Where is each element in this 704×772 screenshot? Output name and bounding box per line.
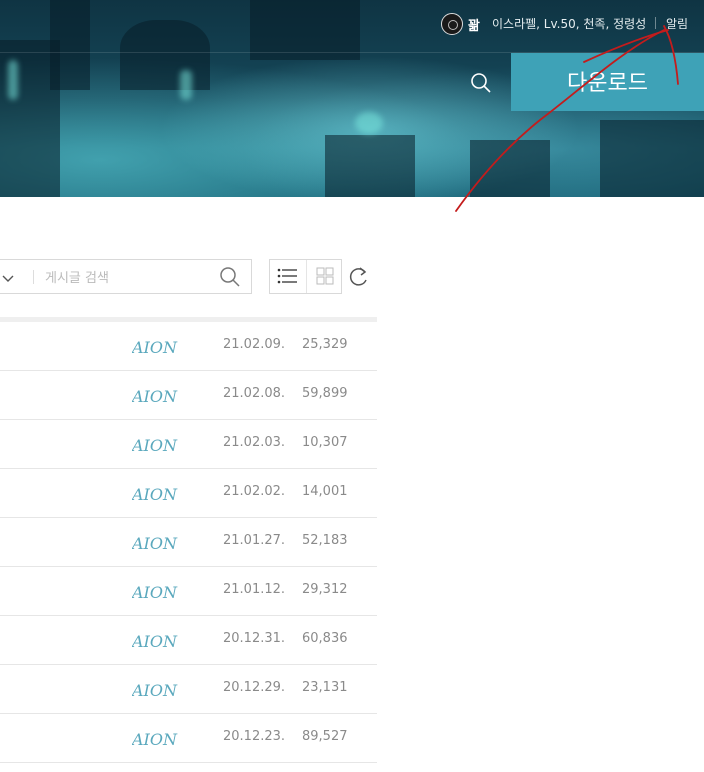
post-date: 21.02.08.	[223, 386, 286, 401]
search-icon[interactable]	[219, 266, 241, 288]
aion-logo: AION	[132, 583, 178, 602]
svg-text:AION: AION	[132, 387, 178, 406]
list-item[interactable]: AION 20.12.23. 89,527	[0, 714, 377, 763]
aion-logo: AION	[132, 681, 178, 700]
search-icon[interactable]	[470, 72, 492, 94]
post-date: 21.01.27.	[223, 533, 286, 548]
list-item[interactable]: AION 21.02.02. 14,001	[0, 469, 377, 518]
list-item[interactable]: AION 21.02.09. 25,329	[0, 322, 377, 371]
list-item[interactable]: AION 21.01.12. 29,312	[0, 567, 377, 616]
top-bar: 꽒 이스라펠, Lv.50, 천족, 정령성 알림	[0, 0, 704, 53]
post-views: 29,312	[302, 582, 348, 597]
post-views: 59,899	[302, 386, 348, 401]
post-date: 20.12.31.	[223, 631, 286, 646]
post-date: 21.02.03.	[223, 435, 286, 450]
post-date: 21.01.12.	[223, 582, 286, 597]
notification-link[interactable]: 알림	[666, 15, 688, 32]
refresh-icon[interactable]	[348, 264, 370, 288]
download-button[interactable]: 다운로드	[511, 53, 704, 111]
svg-text:AION: AION	[132, 534, 178, 553]
list-item[interactable]: AION 20.12.31. 60,836	[0, 616, 377, 665]
view-toggle	[269, 259, 342, 294]
list-item[interactable]: AION 20.12.29. 23,131	[0, 665, 377, 714]
avatar[interactable]	[441, 13, 463, 35]
aion-logo: AION	[132, 436, 178, 455]
banner-glow	[180, 70, 192, 100]
post-views: 60,836	[302, 631, 348, 646]
search-divider	[33, 270, 34, 284]
post-views: 52,183	[302, 533, 348, 548]
aion-logo: AION	[132, 338, 178, 357]
post-views: 23,131	[302, 680, 348, 695]
aion-logo: AION	[132, 387, 178, 406]
grid-view-icon[interactable]	[306, 260, 343, 293]
header-divider	[655, 17, 656, 29]
list-item[interactable]: AION 21.02.03. 10,307	[0, 420, 377, 469]
list-view-icon[interactable]	[270, 260, 306, 293]
search-input[interactable]	[43, 265, 207, 291]
banner-glow	[8, 60, 18, 100]
post-views: 10,307	[302, 435, 348, 450]
post-views: 14,001	[302, 484, 348, 499]
chevron-down-icon[interactable]	[1, 270, 15, 284]
character-info[interactable]: 이스라펠, Lv.50, 천족, 정령성	[492, 15, 646, 32]
banner-glow	[355, 112, 383, 134]
aion-logo: AION	[132, 730, 178, 749]
svg-text:AION: AION	[132, 730, 178, 749]
svg-text:AION: AION	[132, 485, 178, 504]
svg-text:AION: AION	[132, 436, 178, 455]
post-date: 20.12.29.	[223, 680, 286, 695]
post-date: 21.02.02.	[223, 484, 286, 499]
banner-shape	[470, 140, 550, 197]
banner-shape	[325, 135, 415, 197]
post-date: 20.12.23.	[223, 729, 286, 744]
list-item[interactable]: AION 21.01.27. 52,183	[0, 518, 377, 567]
aion-logo: AION	[132, 485, 178, 504]
search-bar	[0, 259, 252, 294]
list-item[interactable]: AION 21.02.08. 59,899	[0, 371, 377, 420]
svg-text:AION: AION	[132, 681, 178, 700]
svg-text:AION: AION	[132, 338, 178, 357]
aion-logo: AION	[132, 632, 178, 651]
username[interactable]: 꽒	[468, 15, 480, 34]
post-views: 25,329	[302, 337, 348, 352]
post-date: 21.02.09.	[223, 337, 286, 352]
aion-logo: AION	[132, 534, 178, 553]
svg-text:AION: AION	[132, 632, 178, 651]
post-views: 89,527	[302, 729, 348, 744]
svg-text:AION: AION	[132, 583, 178, 602]
banner-shape	[600, 120, 704, 197]
